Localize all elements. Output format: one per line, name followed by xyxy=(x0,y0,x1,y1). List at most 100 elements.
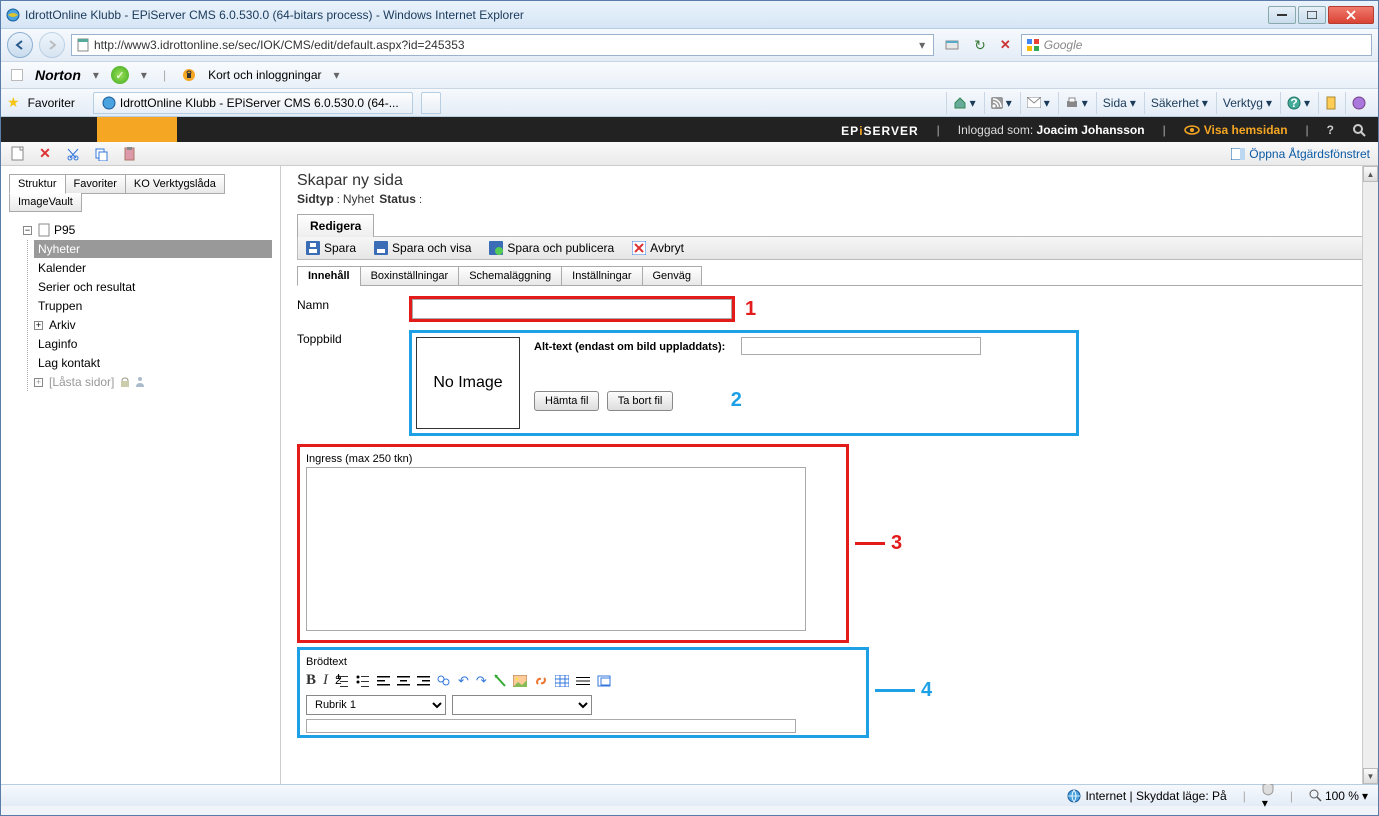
tree-item-truppen[interactable]: Truppen xyxy=(34,297,272,315)
cancel-button[interactable]: Avbryt xyxy=(632,241,684,255)
hr-icon[interactable] xyxy=(576,675,590,687)
italic-button[interactable]: I xyxy=(323,672,328,689)
protected-mode-icon[interactable]: ▾ xyxy=(1262,782,1274,810)
encoding-button[interactable] xyxy=(1345,92,1372,114)
norton-vault-dropdown[interactable]: ▾ xyxy=(334,68,340,82)
refresh-icon[interactable]: ↻ xyxy=(970,37,990,54)
tabort-fil-button[interactable]: Ta bort fil xyxy=(607,391,674,411)
new-page-icon[interactable] xyxy=(9,146,25,162)
table-icon[interactable] xyxy=(555,675,569,687)
vertical-scrollbar[interactable]: ▲ ▼ xyxy=(1362,166,1378,784)
page-menu[interactable]: Sida ▾ xyxy=(1096,92,1142,114)
numbered-list-icon[interactable]: 12 xyxy=(335,674,349,688)
episerver-active-mode[interactable] xyxy=(97,117,177,142)
address-bar[interactable]: http://www3.idrottonline.se/sec/IOK/CMS/… xyxy=(71,34,934,56)
print-button[interactable]: ▾ xyxy=(1058,92,1094,114)
tab-genvag[interactable]: Genväg xyxy=(642,266,703,286)
minimize-button[interactable] xyxy=(1268,6,1296,24)
logged-in-text: Inloggad som: Joacim Johansson xyxy=(958,123,1145,137)
tab-innehall[interactable]: Innehåll xyxy=(297,266,361,286)
scroll-down-icon[interactable]: ▼ xyxy=(1363,768,1378,784)
tree-item-serier[interactable]: Serier och resultat xyxy=(34,278,272,296)
view-website-link[interactable]: Visa hemsidan xyxy=(1184,123,1288,137)
namn-input[interactable] xyxy=(412,299,732,319)
tree-item-lagkontakt[interactable]: Lag kontakt xyxy=(34,354,272,372)
link-icon[interactable] xyxy=(534,674,548,688)
tab-verktyg[interactable]: KO Verktygslåda xyxy=(125,174,225,194)
delete-icon[interactable]: ✕ xyxy=(37,146,53,162)
toppbild-box: No Image Alt-text (endast om bild upplad… xyxy=(409,330,1079,436)
search-bar[interactable]: Google xyxy=(1021,34,1372,56)
open-action-panel[interactable]: Öppna Åtgärdsfönstret xyxy=(1231,147,1370,161)
align-left-icon[interactable] xyxy=(377,675,390,687)
tree-item-laginfo[interactable]: Laginfo xyxy=(34,335,272,353)
save-view-button[interactable]: Spara och visa xyxy=(374,241,471,255)
alttext-input[interactable] xyxy=(741,337,981,355)
tree-item-nyheter[interactable]: Nyheter xyxy=(34,240,272,258)
tree-expand-locked-icon[interactable]: + xyxy=(34,378,43,387)
search-icon[interactable] xyxy=(1352,123,1366,137)
addr-dropdown-icon[interactable]: ▾ xyxy=(915,38,929,52)
cut-icon[interactable] xyxy=(65,146,81,162)
tools-menu[interactable]: Verktyg ▾ xyxy=(1216,92,1278,114)
brodtext-editor[interactable] xyxy=(306,719,796,733)
tab-imagevault[interactable]: ImageVault xyxy=(9,193,82,212)
fullscreen-icon[interactable] xyxy=(597,675,611,687)
tree-item-kalender[interactable]: Kalender xyxy=(34,259,272,277)
stop-icon[interactable]: ✕ xyxy=(996,37,1015,53)
undo-icon[interactable]: ↶ xyxy=(458,673,469,689)
norton-status-dropdown[interactable]: ▾ xyxy=(141,68,147,82)
page-meta: Sidtyp : Nyhet Status : xyxy=(297,192,1370,206)
tree-root[interactable]: P95 xyxy=(54,223,75,237)
copy-icon[interactable] xyxy=(93,146,109,162)
back-button[interactable] xyxy=(7,32,33,58)
tree-expand-icon[interactable]: + xyxy=(34,321,43,330)
mail-button[interactable]: ▾ xyxy=(1020,92,1056,114)
help-button[interactable]: ?▾ xyxy=(1280,92,1316,114)
norton-vault-label[interactable]: Kort och inloggningar xyxy=(208,68,321,82)
hamta-fil-button[interactable]: Hämta fil xyxy=(534,391,599,411)
redo-icon[interactable]: ↷ xyxy=(476,673,487,689)
tree-item-arkiv[interactable]: Arkiv xyxy=(49,318,76,332)
favorites-label[interactable]: Favoriter xyxy=(28,96,75,110)
scroll-up-icon[interactable]: ▲ xyxy=(1363,166,1378,182)
panel-icon xyxy=(1231,148,1245,160)
anchor-icon[interactable] xyxy=(494,674,506,688)
safety-menu[interactable]: Säkerhet ▾ xyxy=(1144,92,1214,114)
help-icon[interactable]: ? xyxy=(1327,123,1334,137)
tab-struktur[interactable]: Struktur xyxy=(9,174,66,194)
home-button[interactable]: ▾ xyxy=(946,92,982,114)
feeds-button[interactable]: ▾ xyxy=(984,92,1018,114)
style-select[interactable] xyxy=(452,695,592,715)
find-icon[interactable] xyxy=(437,674,451,687)
save-button[interactable]: Spara xyxy=(306,241,356,255)
research-button[interactable] xyxy=(1318,92,1343,114)
bold-button[interactable]: B xyxy=(306,672,316,689)
favorites-star-icon[interactable]: ★ xyxy=(7,94,20,111)
browser-tab[interactable]: IdrottOnline Klubb - EPiServer CMS 6.0.5… xyxy=(93,92,413,114)
tab-schema[interactable]: Schemaläggning xyxy=(458,266,562,286)
compat-icon[interactable] xyxy=(940,37,964,53)
new-tab-button[interactable] xyxy=(421,92,441,114)
align-right-icon[interactable] xyxy=(417,675,430,687)
ingress-textarea[interactable] xyxy=(306,467,806,631)
zoom-control[interactable]: 100 % ▾ xyxy=(1309,789,1368,803)
save-publish-icon xyxy=(489,241,503,255)
tab-redigera[interactable]: Redigera xyxy=(297,214,374,237)
heading-select[interactable]: Rubrik 1 xyxy=(306,695,446,715)
save-publish-button[interactable]: Spara och publicera xyxy=(489,241,614,255)
maximize-button[interactable] xyxy=(1298,6,1326,24)
align-center-icon[interactable] xyxy=(397,675,410,687)
tab-box[interactable]: Boxinställningar xyxy=(360,266,460,286)
close-button[interactable] xyxy=(1328,6,1374,24)
forward-button[interactable] xyxy=(39,32,65,58)
tree-item-locked[interactable]: [Låsta sidor] xyxy=(49,375,114,389)
paste-icon[interactable] xyxy=(121,146,137,162)
bullet-list-icon[interactable] xyxy=(356,674,370,688)
image-icon[interactable] xyxy=(513,675,527,687)
norton-dropdown-icon[interactable]: ▾ xyxy=(93,68,99,82)
tab-installningar[interactable]: Inställningar xyxy=(561,266,642,286)
tree-collapse-icon[interactable]: − xyxy=(23,226,32,235)
tab-favoriter[interactable]: Favoriter xyxy=(65,174,126,194)
window-title: IdrottOnline Klubb - EPiServer CMS 6.0.5… xyxy=(25,8,1268,22)
